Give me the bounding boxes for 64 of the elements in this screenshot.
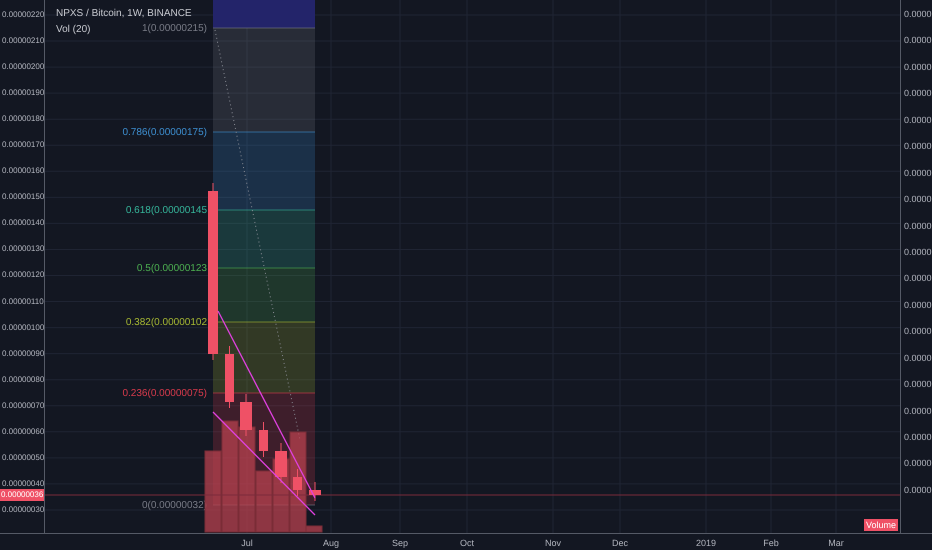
symbol-title: NPXS / Bitcoin, 1W, BINANCE — [56, 8, 192, 20]
volume-axis-label: 0.0000 — [904, 246, 932, 258]
price-axis-label: 0.00000060 — [2, 426, 44, 438]
time-axis-label: 2019 — [696, 537, 716, 549]
candle — [225, 346, 234, 408]
volume-axis-label: 0.0000 — [904, 378, 932, 390]
time-axis-label: Dec — [612, 537, 628, 549]
volume-axis-label: 0.0000 — [904, 193, 932, 206]
volume-axis-label: 0.0000 — [904, 325, 932, 338]
volume-badge: Volume — [864, 519, 898, 531]
price-axis-label: 0.00000040 — [2, 478, 44, 490]
price-axis-label: 0.00000070 — [2, 400, 44, 412]
price-axis-label: 0.00000200 — [2, 61, 44, 74]
price-axis-label: 0.00000050 — [2, 452, 44, 464]
volume-axis-label: 0.0000 — [904, 87, 932, 100]
volume-axis-label: 0.0000 — [904, 220, 932, 232]
volume-axis-label: 0.0000 — [904, 272, 932, 284]
price-axis-label: 0.00000160 — [2, 165, 44, 178]
price-axis-label: 0.00000170 — [2, 139, 44, 152]
price-axis-label: 0.00000030 — [2, 504, 44, 516]
price-axis-label: 0.00000220 — [2, 9, 44, 21]
price-axis-label: 0.00000120 — [2, 269, 44, 282]
volume-axis-label: 0.0000 — [904, 404, 932, 417]
candle — [240, 394, 252, 436]
candle — [259, 422, 268, 458]
candle — [275, 442, 287, 484]
fib-level-label: 0.236(0.00000075) — [122, 388, 207, 399]
price-axis-label: 0.00000210 — [2, 35, 44, 48]
time-axis-label: Jul — [241, 537, 253, 549]
fib-level-label: 0.618(0.00000145 — [126, 205, 207, 216]
price-axis-label: 0.00000140 — [2, 217, 44, 230]
price-axis-label: 0.00000190 — [2, 87, 44, 100]
time-axis-label: Aug — [323, 537, 339, 549]
price-axis-label: 0.00000130 — [2, 243, 44, 256]
price-axis-label: 0.00000110 — [2, 296, 44, 308]
current-price-badge: 0.00000036 — [0, 489, 44, 501]
volume-axis-label: 0.0000 — [904, 8, 932, 20]
time-axis-label: Nov — [545, 537, 561, 549]
price-axis-label: 0.00000150 — [2, 191, 44, 204]
volume-axis-label: 0.0000 — [904, 34, 932, 46]
volume-axis-label: 0.0000 — [904, 298, 932, 311]
time-axis-label: Sep — [392, 537, 408, 549]
volume-axis-label: 0.0000 — [904, 431, 932, 443]
time-axis-label: Feb — [763, 537, 779, 549]
indicator-label: Vol (20) — [56, 24, 90, 36]
fib-level-label: 0.5(0.00000123 — [136, 263, 207, 274]
price-axis-label: 0.00000180 — [2, 113, 44, 126]
volume-axis-label: 0.0000 — [904, 457, 932, 470]
candle — [293, 468, 302, 496]
time-axis-label: Oct — [460, 537, 474, 549]
volume-axis-label: 0.0000 — [904, 140, 932, 152]
price-axis-label: 0.00000100 — [2, 322, 44, 334]
time-axis-label: Mar — [828, 537, 844, 549]
candle — [309, 482, 321, 502]
volume-axis-label: 0.0000 — [904, 166, 932, 179]
volume-axis-label: 0.0000 — [904, 60, 932, 73]
price-axis-label: 0.00000090 — [2, 348, 44, 360]
fib-level-label: 1(0.00000215) — [142, 23, 207, 34]
volume-axis-label: 0.0000 — [904, 484, 932, 496]
volume-axis-label: 0.0000 — [904, 114, 932, 126]
volume-axis-label: 0.0000 — [904, 352, 932, 364]
price-axis-label: 0.00000080 — [2, 374, 44, 386]
fib-level-label: 0.786(0.00000175) — [122, 127, 207, 138]
fib-level-label: 0.382(0.00000102 — [126, 317, 207, 328]
